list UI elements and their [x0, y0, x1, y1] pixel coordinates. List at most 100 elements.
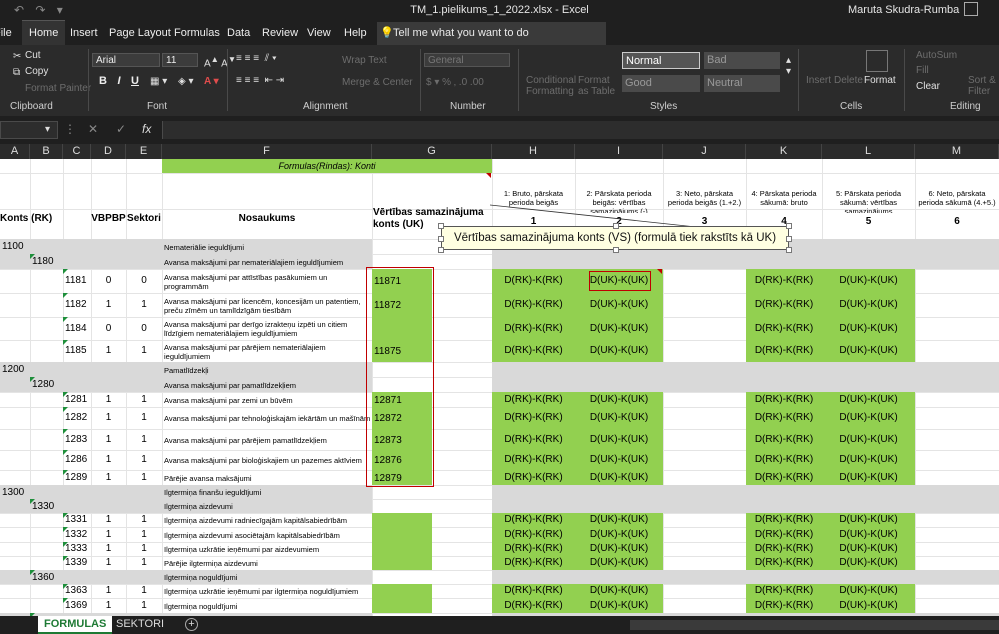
konts-code[interactable]: 1333 — [65, 543, 91, 554]
font-color-icon[interactable]: A ▾ — [204, 76, 219, 87]
nosaukums[interactable]: Ilgtermiņa aizdevumi asociētajām kapitāl… — [164, 528, 372, 542]
formula-cell-l[interactable]: D(UK)-K(UK) — [822, 585, 915, 596]
column-header-k[interactable]: K — [746, 144, 822, 159]
nosaukums[interactable]: Avansa maksājumi par derīgo izrakteņu iz… — [164, 318, 372, 340]
formula-cell-h[interactable]: D(RK)-K(RK) — [492, 557, 575, 568]
konts-code[interactable]: 1363 — [65, 585, 91, 596]
vbpbp-value[interactable]: 1 — [91, 394, 126, 405]
resize-handle[interactable] — [438, 236, 444, 242]
column-header-m[interactable]: M — [915, 144, 999, 159]
underline-button[interactable]: U — [128, 75, 142, 89]
formula-cell-h[interactable]: D(RK)-K(RK) — [492, 323, 575, 334]
resize-handle[interactable] — [438, 247, 444, 253]
formula-cell-h[interactable]: D(RK)-K(RK) — [492, 600, 575, 611]
vbpbp-value[interactable]: 1 — [91, 600, 126, 611]
tab-home[interactable]: Home — [22, 20, 66, 45]
formula-cell-k[interactable]: D(RK)-K(RK) — [746, 454, 822, 465]
formula-cell-k[interactable]: D(RK)-K(RK) — [746, 434, 822, 445]
column-header-f[interactable]: F — [162, 144, 372, 159]
formula-cell-h[interactable]: D(RK)-K(RK) — [492, 529, 575, 540]
sektori-value[interactable]: 1 — [126, 454, 162, 465]
align-left-icon[interactable]: ≡ ≡ ≡ ⇤ ⇥ — [236, 75, 284, 86]
formula-cell-h[interactable]: D(RK)-K(RK) — [492, 434, 575, 445]
nosaukums[interactable]: Ilgtermiņa aizdevumi radniecīgajām kapit… — [164, 514, 372, 527]
vbpbp-value[interactable]: 1 — [91, 345, 126, 356]
format-cells-button[interactable]: Format — [864, 75, 896, 86]
column-header-a[interactable]: A — [0, 144, 30, 159]
formula-cell-l[interactable]: D(UK)-K(UK) — [822, 345, 915, 356]
formula-cell-l[interactable]: D(UK)-K(UK) — [822, 514, 915, 525]
format-cells-icon[interactable] — [866, 50, 888, 72]
sektori-value[interactable]: 1 — [126, 472, 162, 483]
name-box[interactable]: ▾ — [0, 121, 58, 139]
nosaukums[interactable]: Pārējie avansa maksājumi — [164, 471, 372, 485]
vbpbp-value[interactable]: 1 — [91, 299, 126, 310]
resize-handle[interactable] — [786, 223, 792, 229]
insert-cells-button[interactable]: Insert — [806, 75, 831, 86]
vbpbp-value[interactable]: 1 — [91, 434, 126, 445]
tab-page-layout[interactable]: Page Layout — [109, 27, 171, 39]
column-header-e[interactable]: E — [126, 144, 162, 159]
konts-section[interactable]: 1200 — [2, 364, 62, 375]
tell-me-search[interactable]: 💡 Tell me what you want to do — [377, 22, 606, 45]
vbpbp-value[interactable]: 1 — [91, 557, 126, 568]
formula-cell-k[interactable]: D(RK)-K(RK) — [746, 514, 822, 525]
sektori-value[interactable]: 1 — [126, 345, 162, 356]
formula-cell-l[interactable]: D(UK)-K(UK) — [822, 557, 915, 568]
formula-cell-i[interactable]: D(UK)-K(UK) — [575, 299, 663, 310]
formula-cell-i[interactable]: D(UK)-K(UK) — [575, 323, 663, 334]
column-header-d[interactable]: D — [91, 144, 126, 159]
resize-handle[interactable] — [786, 236, 792, 242]
konts-code[interactable]: 1281 — [65, 394, 91, 405]
column-header-b[interactable]: B — [30, 144, 63, 159]
formula-cell-h[interactable]: D(RK)-K(RK) — [492, 514, 575, 525]
font-name-box[interactable]: Arial — [92, 53, 160, 67]
tab-view[interactable]: View — [307, 27, 331, 39]
formula-cell-i[interactable]: D(UK)-K(UK) — [575, 345, 663, 356]
style-good[interactable]: Good — [622, 75, 700, 92]
formula-cell-h[interactable]: D(RK)-K(RK) — [492, 412, 575, 423]
wrap-text-button[interactable]: Wrap Text — [342, 55, 387, 66]
vbpbp-value[interactable]: 1 — [91, 472, 126, 483]
konts-section[interactable]: 1300 — [2, 487, 62, 498]
konts-code[interactable]: 1184 — [65, 323, 91, 334]
nosaukums[interactable]: Avansa maksājumi par licencēm, koncesijā… — [164, 294, 372, 317]
konts-code[interactable]: 1339 — [65, 557, 91, 568]
formula-cell-h[interactable]: D(RK)-K(RK) — [492, 394, 575, 405]
worksheet-grid[interactable]: Formulas(Rindas): Konti Konts (RK) VBPBP Se… — [0, 159, 999, 616]
cut-icon[interactable]: ✂ — [13, 51, 21, 62]
nosaukums[interactable]: Avansa maksājumi par pamatlīdzekļiem — [164, 378, 372, 392]
sektori-value[interactable]: 1 — [126, 600, 162, 611]
formula-cell-h[interactable]: D(RK)-K(RK) — [492, 543, 575, 554]
formula-cell-i[interactable]: D(UK)-K(UK) — [575, 600, 663, 611]
resize-handle[interactable] — [613, 223, 619, 229]
vbpbp-value[interactable]: 1 — [91, 454, 126, 465]
konts-group[interactable]: 1280 — [32, 379, 72, 390]
tab-review[interactable]: Review — [262, 27, 298, 39]
tab-data[interactable]: Data — [227, 27, 250, 39]
tab-file[interactable]: File — [0, 27, 12, 39]
formula-cell-l[interactable]: D(UK)-K(UK) — [822, 600, 915, 611]
fill-color-icon[interactable]: ◈ ▾ — [178, 76, 194, 87]
column-header-h[interactable]: H — [492, 144, 575, 159]
formula-cell-h[interactable]: D(RK)-K(RK) — [492, 585, 575, 596]
nosaukums[interactable]: Pamatlīdzekļi — [164, 363, 372, 377]
column-header-l[interactable]: L — [822, 144, 915, 159]
formula-cell-i[interactable]: D(UK)-K(UK) — [575, 557, 663, 568]
formula-cell-k[interactable]: D(RK)-K(RK) — [746, 323, 822, 334]
bold-button[interactable]: B — [96, 75, 110, 89]
format-as-table-button[interactable]: Format as Table — [578, 75, 618, 97]
sektori-value[interactable]: 1 — [126, 394, 162, 405]
formula-cell-i[interactable]: D(UK)-K(UK) — [575, 529, 663, 540]
column-header-c[interactable]: C — [63, 144, 91, 159]
formula-cell-k[interactable]: D(RK)-K(RK) — [746, 543, 822, 554]
sektori-value[interactable]: 1 — [126, 529, 162, 540]
formula-cell-i[interactable]: D(UK)-K(UK) — [575, 543, 663, 554]
formula-cell-i[interactable]: D(UK)-K(UK) — [575, 394, 663, 405]
style-bad[interactable]: Bad — [704, 52, 780, 69]
nosaukums[interactable]: Ilgtermiņa aizdevumi — [164, 500, 372, 513]
formula-cell-k[interactable]: D(RK)-K(RK) — [746, 585, 822, 596]
formula-cell-l[interactable]: D(UK)-K(UK) — [822, 529, 915, 540]
formula-cell-k[interactable]: D(RK)-K(RK) — [746, 412, 822, 423]
konts-code[interactable]: 1369 — [65, 600, 91, 611]
